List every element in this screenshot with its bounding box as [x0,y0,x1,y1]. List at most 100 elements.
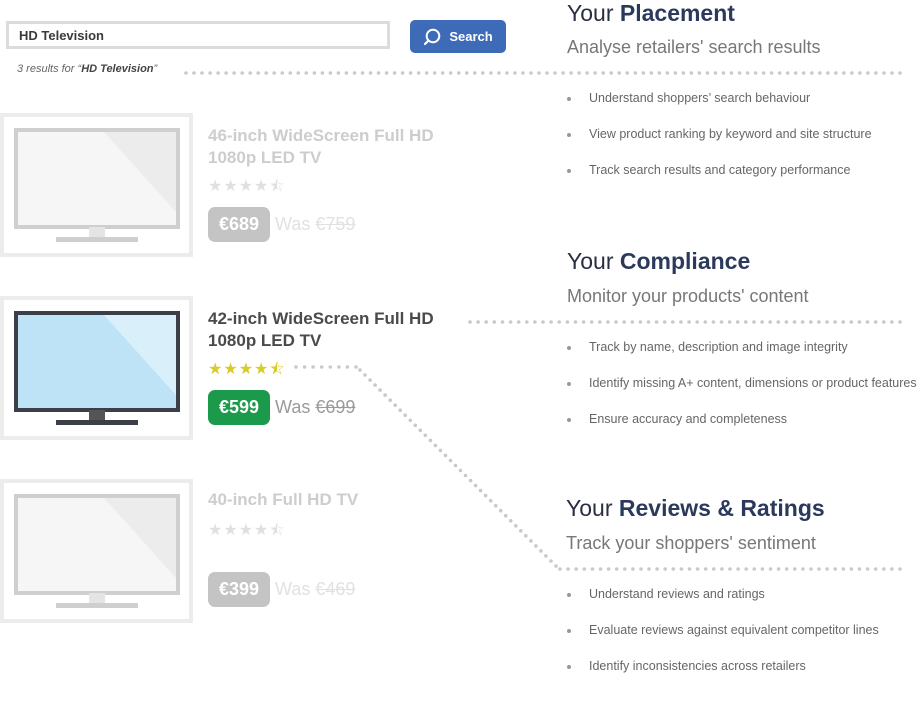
connector-dot [565,320,570,324]
connector-dot [865,567,870,571]
product-title[interactable]: 46-inch WideScreen Full HD 1080p LED TV [208,125,468,169]
section-subtitle-placement: Analyse retailers' search results [567,37,821,57]
connector-dot [671,567,676,571]
connector-dot [240,71,244,75]
connector-dot [873,567,878,571]
connector-dot [483,493,488,498]
star-rating: ★★★★⯪ [208,358,286,385]
search-input[interactable] [19,27,387,43]
star-half-icon: ⯪ [269,361,286,378]
connector-dot [745,71,750,75]
connector-dot [581,320,586,324]
connector-dot [728,567,732,571]
connector-dot [639,567,643,571]
connector-dot [463,473,468,478]
connector-dot [549,320,553,324]
connector-dot [498,508,503,513]
connector-dot [577,71,581,75]
connector-dot [649,71,654,75]
connector-dot [865,320,870,324]
was-price: Was €469 [275,579,356,599]
connector-dot [288,71,293,75]
product-card[interactable]: 42-inch WideScreen Full HD 1080p LED TV … [0,296,460,441]
connector-dot [478,488,483,493]
list-item: Track search results and category perfor… [567,163,872,199]
product-title[interactable]: 40-inch Full HD TV [208,489,468,511]
connector-dot [655,567,659,571]
connector-dot [873,320,878,324]
product-image[interactable] [0,113,193,257]
connector-dot [524,534,528,538]
connector-dot [561,71,565,75]
list-item: Understand reviews and ratings [567,587,879,623]
connector-dot [654,320,659,324]
connector-dot [810,71,814,75]
connector-dot [256,71,261,75]
connector-dot [647,567,651,571]
connector-dot [679,567,684,571]
product-card[interactable]: 46-inch WideScreen Full HD 1080p LED TV … [0,113,460,258]
search-button[interactable]: Search [410,20,506,53]
connector-dot [890,71,894,75]
list-item: Identify missing A+ content, dimensions … [567,376,917,412]
connector-dot [408,71,413,75]
connector-dot [248,71,252,75]
connector-dot [598,320,602,324]
connector-dot [825,567,829,571]
connector-dot [400,71,405,75]
connector-dot [384,71,389,75]
product-image[interactable] [0,479,193,623]
connector-dot [336,71,341,75]
connector-dot [438,448,443,453]
connector-dot [833,567,837,571]
connector-dot [489,71,493,75]
connector-dot [493,503,498,508]
connector-dot [882,567,886,571]
connector-dot [505,71,509,75]
connector-dot [793,71,798,75]
connector-dot [200,71,204,75]
connector-dot [448,71,453,75]
connector-dot [735,320,740,324]
connector-dot [801,71,806,75]
connector-dot [673,71,678,75]
star-half-icon: ⯪ [269,178,286,195]
connector-dot [533,320,537,324]
connector-dot [849,567,854,571]
connector-dot [638,320,643,324]
search-input-wrapper[interactable] [6,21,390,49]
connector-dot [453,463,458,468]
connector-dot [703,567,708,571]
section-heading-compliance: Your Compliance [567,248,751,274]
connector-dot [801,567,805,571]
connector-dot [646,320,651,324]
product-title[interactable]: 42-inch WideScreen Full HD 1080p LED TV [208,308,468,352]
connector-dot [744,567,748,571]
product-card[interactable]: 40-inch Full HD TV ★★★★⯪ €399 Was €469 [0,479,460,624]
connector-dot [606,567,611,571]
connector-dot [752,567,757,571]
connector-dot [776,567,781,571]
connector-dot [898,71,902,75]
star-rating: ★★★★⯪ [208,519,286,546]
list-item: Track by name, description and image int… [567,340,917,376]
connector-dot [500,320,505,324]
connector-dot [508,320,513,324]
connector-dot [817,567,821,571]
price-badge: €399 [208,572,270,607]
connector-dot [392,71,397,75]
list-item: Identify inconsistencies across retailer… [567,659,879,695]
connector-dot [792,320,797,324]
connector-dot [272,71,277,75]
connector-dot [368,71,373,75]
connector-dot [609,71,613,75]
connector-dot [818,71,822,75]
connector-dot [793,567,797,571]
connector-dot [488,498,493,503]
connector-dot [516,320,521,324]
connector-dot [657,71,662,75]
star-icon: ★★★★ [208,522,270,539]
connector-dot [566,567,570,571]
tv-icon [14,311,180,425]
product-image[interactable] [0,296,193,440]
